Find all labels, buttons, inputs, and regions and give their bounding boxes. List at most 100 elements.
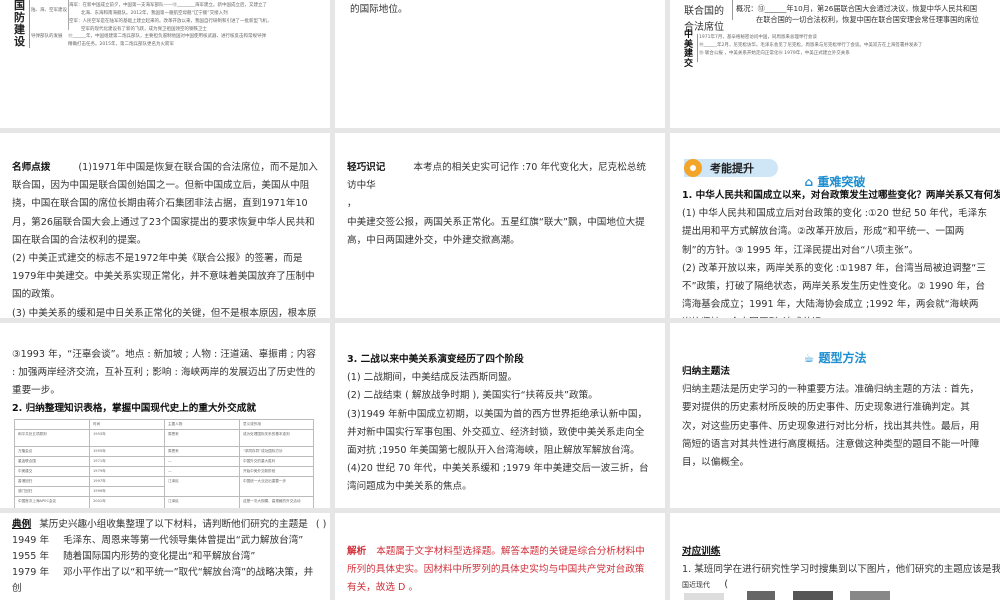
text-line: 的国际地位。 (350, 4, 408, 15)
answer-blank[interactable]: ( ) (316, 519, 327, 530)
text-line: ⑬______年，中国组建第二炮兵部队，主要担负遏制他国对中国使用核武器，进行核… (68, 34, 266, 39)
cell: 中国外交的重大胜利 (239, 455, 314, 467)
text-line: ⑮ 联合公报 ，中美关系开始走向正常化⑯ 1979年，中美正式建立外交关系 (699, 51, 850, 56)
event: 毛泽东、周恩来等第一代领导集体曾提出“武力解放台湾” (63, 535, 304, 546)
overview-line: 概况：⑬______年10月，第26届联合国大会通过决议，恢复中华人民共和国 (736, 4, 978, 13)
vertical-title: 中美建交 (684, 30, 694, 69)
slide-text-end[interactable]: 的国际地位。 (335, 0, 665, 128)
slide-diplomacy-table[interactable]: ③1993 年，“汪辜会谈”。地点 : 新加坡 ; 人物 : 汪道涵、辜振甫 ;… (0, 323, 330, 508)
cell: 这是一次大规模、高规格的外交活动 (239, 495, 314, 508)
slide-practice[interactable]: 对应训练 1. 某班同学在进行研究性学习时搜集到以下图片，他们研究的主题应该是我… (670, 513, 1000, 600)
cell: 1999年 (89, 485, 165, 497)
answer-blank[interactable]: ( (724, 579, 728, 590)
cell: — (164, 465, 240, 477)
text-line: 精确打击任务。2015年，第二炮兵部队更名为火箭军 (68, 42, 174, 47)
cell: — (164, 455, 240, 467)
row-label: 导弹部队的发展 (31, 34, 63, 39)
photo (747, 591, 775, 600)
overview-line: 在联合国的一切合法权利，恢复中国在联合国安理会常任理事国的席位 (756, 15, 979, 24)
practice-label: 对应训练 (682, 546, 721, 557)
heading: 3. 二战以来中美关系演变经历了四个阶段 (347, 354, 524, 365)
left-label: 联合国的 (684, 6, 724, 17)
list-item: (1) 二战期间，中美结成反法西斯同盟。 (347, 372, 518, 384)
slide-national-defense[interactable]: 国防建设 陆、海、空军建设 海军：在新中国成立前夕，中国第一支海军部队——⑫__… (0, 0, 330, 128)
vertical-title: 国防建设 (14, 0, 25, 48)
slide-sino-us-relations[interactable]: 3. 二战以来中美关系演变经历了四个阶段 (1) 二战期间，中美结成反法西斯同盟… (335, 323, 665, 508)
cell: 周恩来 (164, 428, 240, 447)
heading: 2. 归纳整理知识表格，掌握中国现代史上的重大外交成就 (12, 402, 256, 414)
cell: 周恩来 (164, 445, 240, 457)
table-row: 中国首次上海APEC会议 2001年 江泽民 这是一次大规模、高规格的外交活动 (14, 495, 314, 508)
paragraph: (3) 中美关系的缓和是中日关系正常化的关键，但不是根本原因，根本原因是中日关系… (12, 307, 317, 318)
paragraph: (2) 改革开放以来，两岸关系的变化 :①1987 年，台湾当局被迫调整“三不”… (682, 262, 986, 318)
cell: “求同存异”成功国际方针 (239, 445, 314, 457)
text-line: 国近现代 (682, 581, 710, 590)
list-item: (3)1949 年新中国成立初期，以美国为首的西方世界拒绝承认新中国，并对新中国… (347, 408, 648, 457)
cell: 香港回归 (14, 475, 90, 487)
header-cell: 主要人物 (164, 418, 240, 430)
header-cell: 时间 (89, 418, 165, 430)
text-line: 空军：人民空军是在陆军的基础上建立起来的。改革开放以来，我国自行研制和引进了一批… (69, 19, 272, 24)
slide-analysis[interactable]: 解析 本题属于文字材料型选择题。解答本题的关键是综合分析材料中所列的具体史实。因材… (335, 513, 665, 600)
slide-ability-improvement[interactable]: 考能提升 ⌂ 重难突破 1. 中华人民共和国成立以来，对台政策发生过哪些变化？两… (670, 133, 1000, 318)
event: 随着国际国内形势的变化提出“和平解放台湾” (63, 551, 256, 562)
paragraph: (1) 中华人民共和国成立后对台政策的变化 :①20 世纪 50 年代，毛泽东提… (682, 208, 987, 256)
cell: 和平共处五项原则 (14, 428, 90, 447)
year: 1955 年 (12, 551, 50, 562)
list-item: (4)20 世纪 70 年代，中美关系缓和 ;1979 年中美建交后一波三折，台… (347, 463, 649, 493)
method-title: 归纳主题法 (682, 366, 730, 377)
cell: 1997年 (89, 475, 165, 487)
table-row: 和平共处五项原则 1953年 周恩来 成为处理国际关系的基本准则 (14, 428, 314, 447)
cell: 成为处理国际关系的基本准则 (239, 428, 314, 447)
text-line: ， (347, 198, 357, 210)
section-title: 名师点拨 (12, 162, 51, 173)
year: 1979 年 (12, 567, 50, 578)
analysis-label: 解析 (347, 546, 367, 557)
cell: 2001年 (89, 495, 165, 508)
brace (29, 0, 30, 48)
year: 1949 年 (12, 535, 50, 546)
slide-question-methods[interactable]: ☕ 题型方法 归纳主题法 归纳主题法是历史学习的一种重要方法。准确归纳主题的方法… (670, 323, 1000, 508)
table-row: 香港回归 1997年 江泽民 中国统一大业迈出重要一步 (14, 475, 314, 497)
header-cell (14, 418, 90, 430)
cell: 江泽民 (164, 495, 240, 508)
cell: 中美建交 (14, 465, 90, 477)
question: 某历史兴趣小组收集整理了以下材料，请判断他们研究的主题是 (39, 519, 308, 530)
table-row: 重返联合国 1971年 — 中国外交的重大胜利 (14, 455, 314, 467)
list-item: (2) 二战结束 ( 解放战争时期 ), 美国实行“扶蒋反共”政策。 (347, 390, 598, 402)
photo (684, 593, 724, 600)
event: 邓小平作出了以“和平统一”取代“解放台湾”的战略决策，并创 (12, 567, 314, 594)
paragraph: 归纳主题法是历史学习的一种重要方法。准确归纳主题的方法 : 首先，要对提供的历史… (682, 384, 980, 469)
cell: 1971年 (89, 455, 165, 467)
table-header: 时间 主要人物 意义或作用 (14, 418, 314, 430)
text-line: 1971年7月，基辛格秘密访问中国，同周恩来总理举行会谈 (699, 35, 817, 40)
header-cell: 意义或作用 (239, 418, 314, 430)
cell: 澳门回归 (14, 485, 90, 497)
cell: 中国统一大业迈出重要一步 (239, 475, 314, 497)
slide-un-seat[interactable]: 联合国的 合法席位 概况：⑬______年10月，第26届联合国大会通过决议，恢… (670, 0, 1000, 128)
table-row: 中美建交 1979年 — 开始中美外交新阶段 (14, 465, 314, 477)
paragraph: (1)1971年中国是恢复在联合国的合法席位，而不是加入联合国，因为中国是联合国… (12, 162, 318, 246)
slide-example[interactable]: 典例 某历史兴趣小组收集整理了以下材料，请判断他们研究的主题是 ( ) 1949 年… (0, 513, 330, 600)
text-line: 海军：在新中国成立前夕，中国第一支海军部队——⑫________海军建立。新中国… (69, 3, 267, 8)
text-line: 北海、东海和南海舰队。2012年，我国第一艘航空母舰“辽宁舰”交接入列 (81, 11, 228, 16)
example-label: 典例 (12, 519, 32, 530)
slide-memory-tips[interactable]: 轻巧识记 本考点的相关史实可记作 :70 年代变化大，尼克松总统访中华 ， 中美建… (335, 133, 665, 318)
text-line: 中美建交签公报，两国关系正常化。五星红旗“联大”飘，中国地位大提高，中日两国建外… (347, 216, 645, 246)
cell: 万隆会议 (14, 445, 90, 457)
text-line: 本考点的相关史实可记作 :70 年代变化大，尼克松总统访中华 (347, 162, 646, 192)
row-label: 陆、海、空军建设 (31, 8, 67, 13)
cell: 1979年 (89, 465, 165, 477)
cell: 1955年 (89, 445, 165, 457)
slide-teacher-tips[interactable]: 名师点拨 (1)1971年中国是恢复在联合国的合法席位，而不是加入联合国，因为中国… (0, 133, 330, 318)
text-line: ⑭______年2月，尼克松访华。毛泽东会见了尼克松，周恩来与尼克松举行了会谈。… (699, 43, 923, 48)
paragraph: ③1993 年，“汪辜会谈”。地点 : 新加坡 ; 人物 : 汪道涵、辜振甫 ;… (12, 349, 316, 397)
analysis-text: 本题属于文字材料型选择题。解答本题的关键是综合分析材料中所列的具体史实。因材料中… (347, 546, 645, 594)
section-title: 轻巧识记 (347, 162, 386, 173)
photo (850, 591, 890, 600)
achievements-table: 时间 主要人物 意义或作用 和平共处五项原则 1953年 周恩来 成为处理国际关系的基… (14, 418, 314, 508)
question: 1. 某班同学在进行研究性学习时搜集到以下图片，他们研究的主题应该是我 (682, 564, 1000, 576)
paragraph: (2) 中美正式建交的标志不是1972年中美《联合公报》的签署，而是1979年中… (12, 253, 315, 301)
question: 1. 中华人民共和国成立以来，对台政策发生过哪些变化？两岸关系又有何发展 (682, 190, 1000, 201)
cell: 开始中美外交新阶段 (239, 465, 314, 477)
